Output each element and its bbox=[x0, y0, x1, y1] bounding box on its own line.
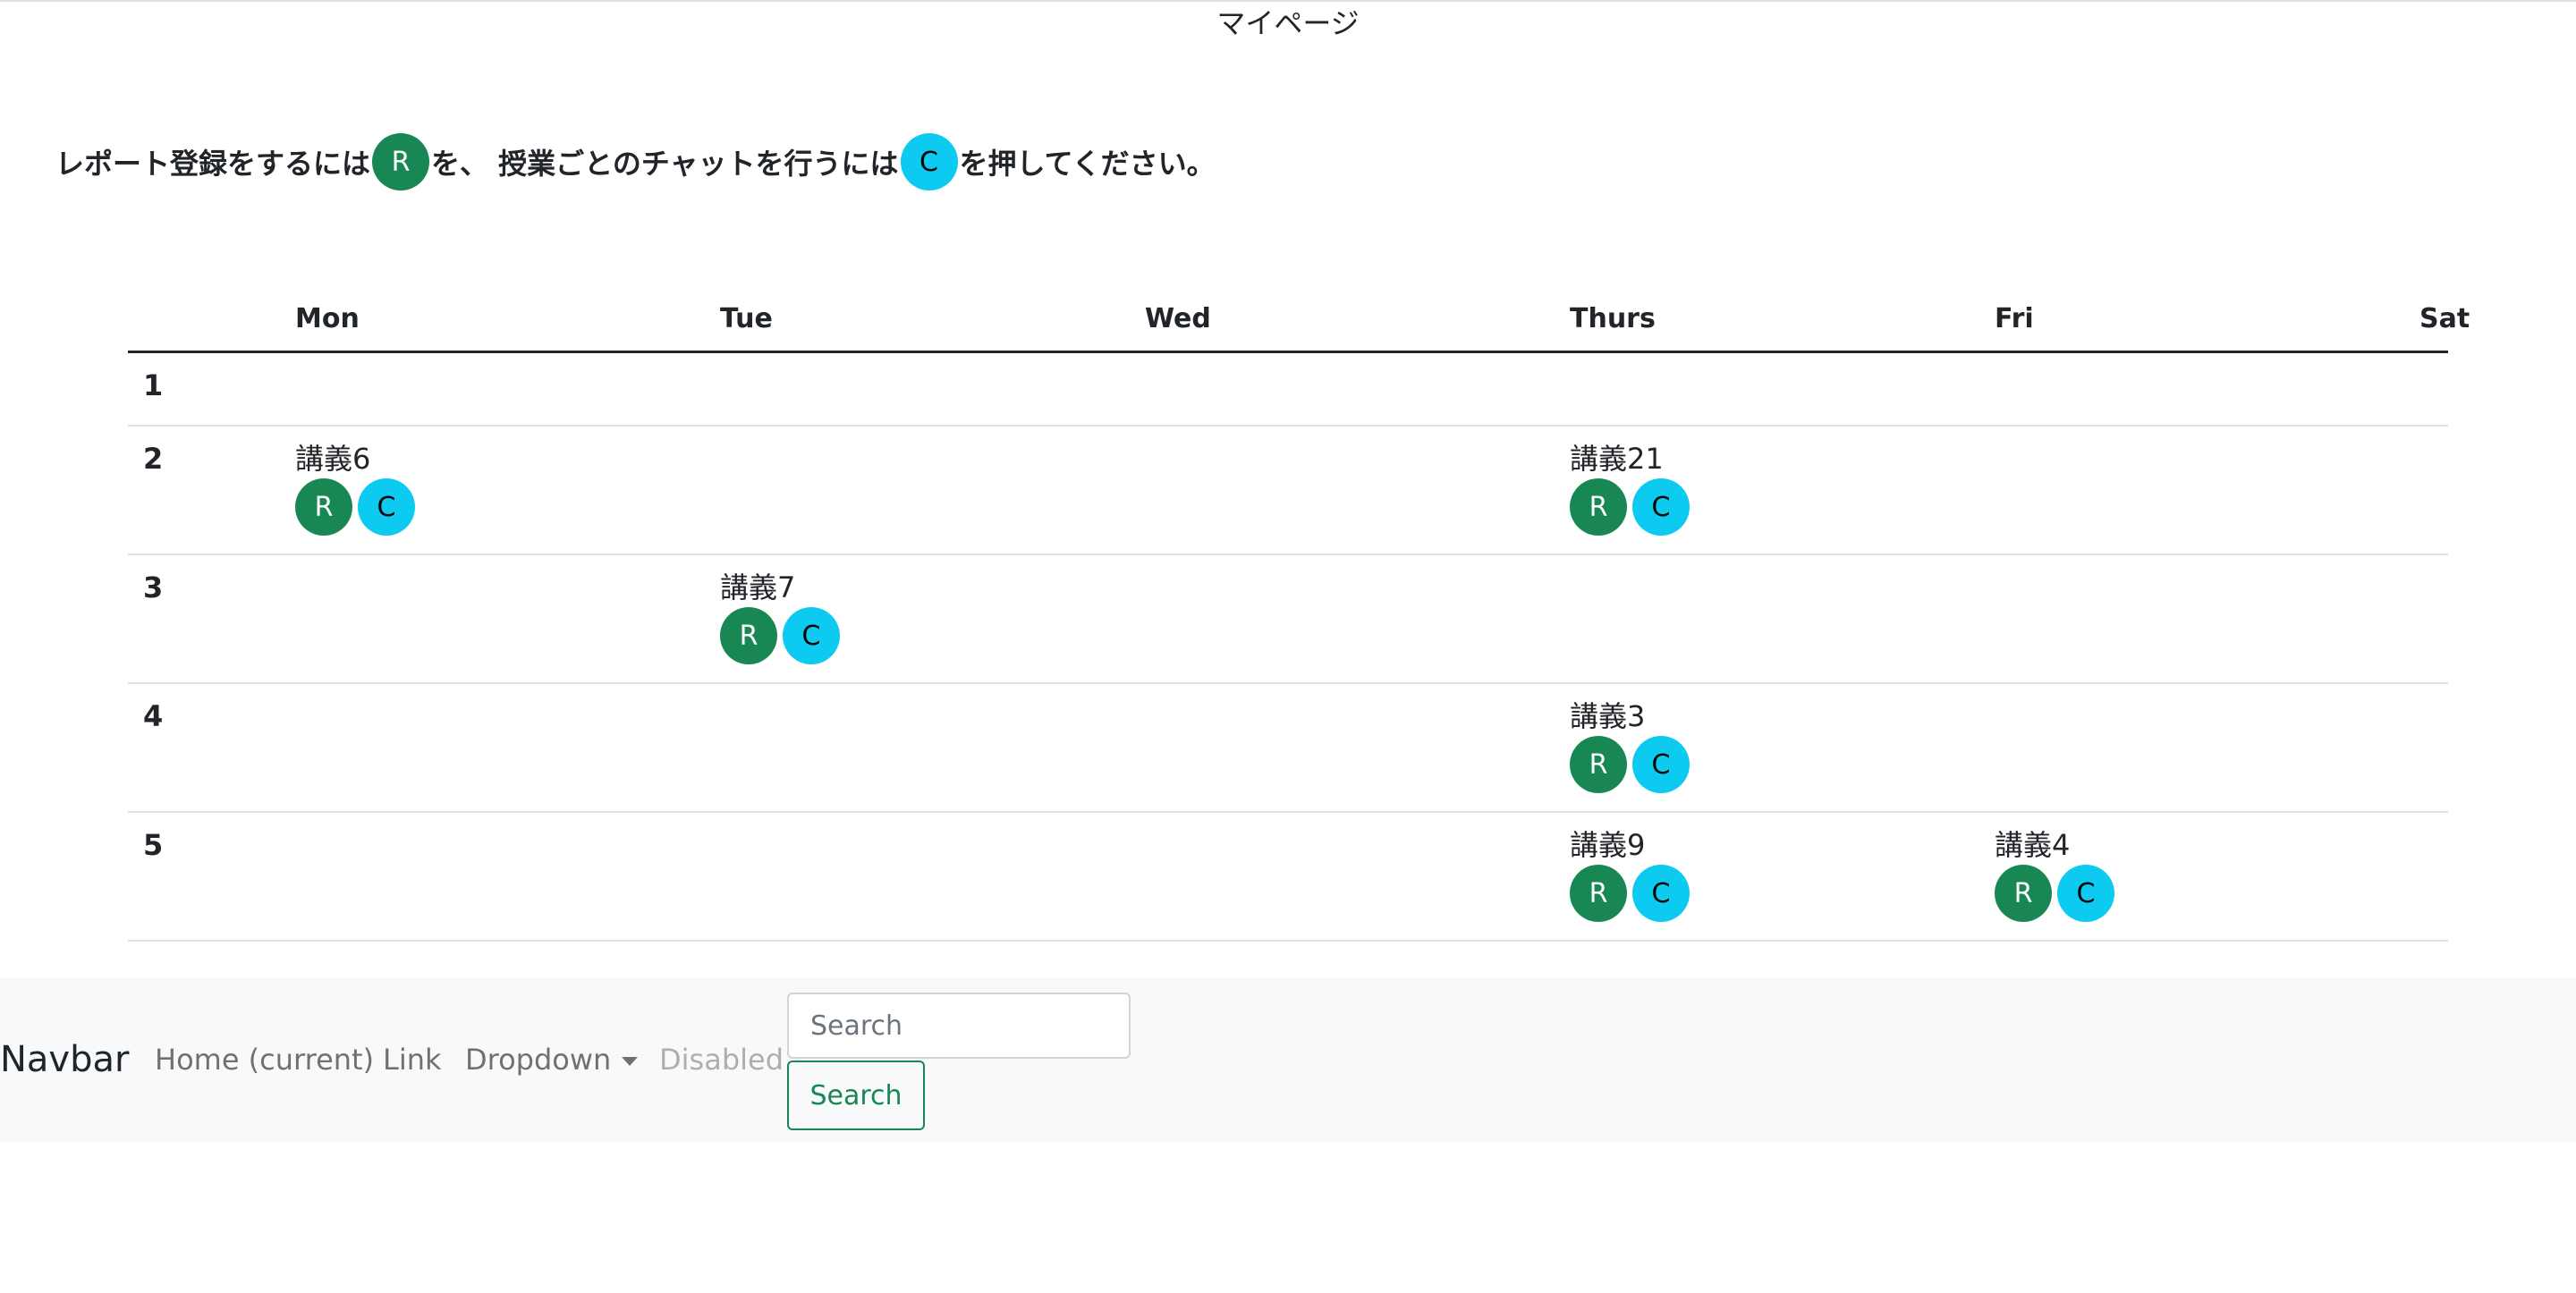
timetable-cell-mon-1 bbox=[280, 351, 705, 427]
timetable-cell-sat-5 bbox=[2404, 812, 2448, 942]
timetable-cell-wed-3 bbox=[1130, 554, 1555, 684]
lecture-actions: RC bbox=[1570, 478, 1979, 536]
period-header bbox=[128, 286, 280, 353]
timetable-row-5: 5 講義9 R C 講義4 R C bbox=[128, 812, 2448, 942]
day-header-sat: Sat bbox=[2404, 286, 2470, 353]
chat-button[interactable]: C bbox=[1632, 736, 1690, 793]
timetable-cell-sat-2 bbox=[2404, 426, 2448, 555]
chat-button[interactable]: C bbox=[1632, 865, 1690, 922]
timetable-cell-wed-4 bbox=[1130, 683, 1555, 813]
timetable-row-3: 3 講義7 R C bbox=[128, 554, 2448, 684]
chat-button[interactable]: C bbox=[783, 607, 840, 664]
day-header-thurs: Thurs bbox=[1555, 286, 1979, 353]
timetable-cell-thurs-3 bbox=[1555, 554, 1979, 684]
timetable-cell-thurs-5: 講義9 R C bbox=[1555, 812, 1979, 942]
timetable-cell-thurs-2: 講義21 R C bbox=[1555, 426, 1979, 555]
timetable-cell-tue-4 bbox=[705, 683, 1130, 813]
top-border bbox=[0, 0, 2576, 2]
instructions-text-2: を、 授業ごとのチャットを行うには bbox=[431, 147, 899, 181]
timetable-row-1: 1 bbox=[128, 351, 2448, 427]
period-number: 4 bbox=[128, 683, 280, 813]
period-number: 3 bbox=[128, 554, 280, 684]
report-button[interactable]: R bbox=[295, 478, 352, 536]
report-button[interactable]: R bbox=[1570, 736, 1627, 793]
lecture-name: 講義3 bbox=[1570, 699, 1646, 733]
nav-link-link[interactable]: Link bbox=[383, 977, 442, 1142]
day-header-wed: Wed bbox=[1130, 286, 1555, 353]
timetable-cell-fri-2 bbox=[1979, 426, 2404, 555]
timetable-cell-tue-3: 講義7 R C bbox=[705, 554, 1130, 684]
timetable-cell-sat-1 bbox=[2404, 351, 2448, 427]
timetable-cell-tue-2 bbox=[705, 426, 1130, 555]
chat-button[interactable]: C bbox=[358, 478, 415, 536]
timetable-cell-fri-5: 講義4 R C bbox=[1979, 812, 2404, 942]
day-header-tue: Tue bbox=[705, 286, 1130, 353]
report-button[interactable]: R bbox=[1570, 478, 1627, 536]
report-button-sample[interactable]: R bbox=[372, 133, 430, 190]
nav-link-disabled: Disabled bbox=[659, 1043, 784, 1077]
timetable-cell-mon-4 bbox=[280, 683, 705, 813]
period-number: 2 bbox=[128, 426, 280, 555]
lecture-actions: RC bbox=[1995, 865, 2404, 922]
lecture-name: 講義7 bbox=[720, 570, 796, 604]
lecture-actions: RC bbox=[295, 478, 705, 536]
search-button[interactable]: Search bbox=[787, 1061, 925, 1130]
chat-button-sample[interactable]: C bbox=[900, 133, 958, 190]
timetable-cell-sat-4 bbox=[2404, 683, 2448, 813]
timetable-row-4: 4 講義3 R C bbox=[128, 683, 2448, 813]
timetable: Mon Tue Wed Thurs Fri Sat 1 2 講義6 R C 講義21 R C 3… bbox=[128, 286, 2470, 942]
search-input[interactable] bbox=[787, 993, 1131, 1059]
lecture-name: 講義4 bbox=[1995, 828, 2071, 862]
timetable-cell-wed-2 bbox=[1130, 426, 1555, 555]
timetable-cell-mon-5 bbox=[280, 812, 705, 942]
page-title: マイページ bbox=[1216, 6, 1360, 40]
report-button[interactable]: R bbox=[720, 607, 777, 664]
lecture-actions: RC bbox=[1570, 736, 1979, 793]
timetable-cell-tue-1 bbox=[705, 351, 1130, 427]
timetable-cell-wed-5 bbox=[1130, 812, 1555, 942]
lecture-name: 講義9 bbox=[1570, 828, 1646, 862]
timetable-cell-fri-4 bbox=[1979, 683, 2404, 813]
dropdown-label: Dropdown bbox=[465, 1043, 612, 1077]
day-header-mon: Mon bbox=[280, 286, 705, 353]
chat-button[interactable]: C bbox=[2057, 865, 2114, 922]
lecture-actions: RC bbox=[1570, 865, 1979, 922]
timetable-cell-thurs-4: 講義3 R C bbox=[1555, 683, 1979, 813]
timetable-cell-fri-3 bbox=[1979, 554, 2404, 684]
timetable-cell-mon-3 bbox=[280, 554, 705, 684]
instructions-text-3: を押してください。 bbox=[959, 147, 1216, 181]
lecture-name: 講義21 bbox=[1570, 442, 1664, 476]
timetable-cell-thurs-1 bbox=[1555, 351, 1979, 427]
instructions: レポート登録をするには R を、 授業ごとのチャットを行うには C を押してくだ… bbox=[55, 132, 1216, 191]
timetable-header-row: Mon Tue Wed Thurs Fri Sat bbox=[128, 286, 2470, 353]
lecture-actions: RC bbox=[720, 607, 1130, 664]
period-number: 5 bbox=[128, 812, 280, 942]
period-number: 1 bbox=[128, 351, 280, 427]
nav-link-dropdown[interactable]: Dropdown bbox=[465, 977, 639, 1142]
timetable-cell-tue-5 bbox=[705, 812, 1130, 942]
report-button[interactable]: R bbox=[1570, 865, 1627, 922]
day-header-fri: Fri bbox=[1979, 286, 2404, 353]
report-button[interactable]: R bbox=[1995, 865, 2052, 922]
navbar-brand[interactable]: Navbar bbox=[0, 977, 129, 1142]
timetable-cell-fri-1 bbox=[1979, 351, 2404, 427]
timetable-cell-sat-3 bbox=[2404, 554, 2448, 684]
timetable-cell-mon-2: 講義6 R C bbox=[280, 426, 705, 555]
chat-button[interactable]: C bbox=[1632, 478, 1690, 536]
instructions-text-1: レポート登録をするには bbox=[55, 147, 371, 181]
lecture-name: 講義6 bbox=[295, 442, 371, 476]
nav-link-home[interactable]: Home (current) bbox=[155, 977, 374, 1142]
navbar: Navbar Home (current) Link Dropdown Disa… bbox=[0, 977, 2576, 1142]
caret-down-icon bbox=[622, 1057, 639, 1066]
timetable-row-2: 2 講義6 R C 講義21 R C bbox=[128, 426, 2448, 555]
timetable-cell-wed-1 bbox=[1130, 351, 1555, 427]
